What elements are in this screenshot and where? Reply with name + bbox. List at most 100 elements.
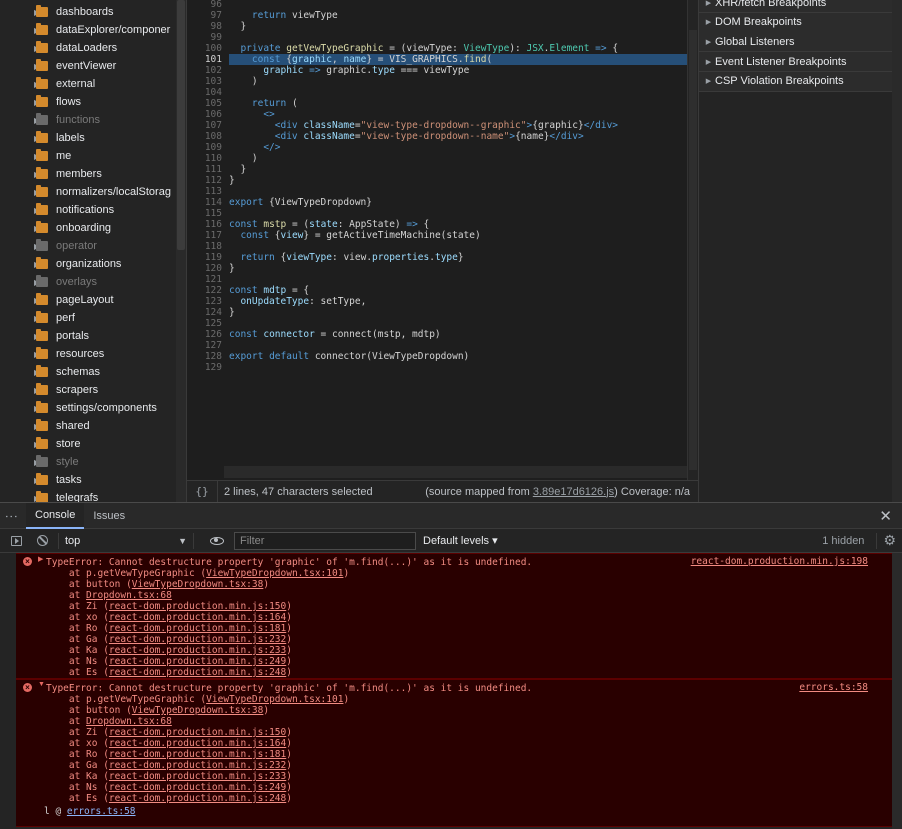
code-line[interactable]: } [229, 21, 246, 32]
line-number[interactable]: 126 [187, 329, 222, 340]
tree-item[interactable]: ▶ notifications [16, 201, 176, 219]
tree-item[interactable]: ▶ schemas [16, 363, 176, 381]
breakpoint-section[interactable]: ▶ DOM Breakpoints [699, 12, 892, 33]
tree-item[interactable]: ▶ telegrafs [16, 489, 176, 502]
line-number[interactable]: 112 [187, 175, 222, 186]
stack-line[interactable]: TypeError: Cannot destructure property '… [46, 557, 532, 568]
editor-scroll-thumb[interactable] [689, 30, 697, 470]
tree-item[interactable]: ▶ flows [16, 93, 176, 111]
line-number[interactable]: 97 [187, 10, 222, 21]
tree-item[interactable]: ▶ functions [16, 111, 176, 129]
expand-arrow-icon[interactable]: ▶ [16, 8, 40, 17]
expand-arrow-icon[interactable]: ▶ [16, 476, 40, 485]
tree-item[interactable]: ▶ shared [16, 417, 176, 435]
code-line[interactable]: return {viewType: view.properties.type} [229, 252, 463, 263]
code-line[interactable]: const connector = connect(mstp, mdtp) [229, 329, 441, 340]
tree-item[interactable]: ▶ dataExplorer/componer [16, 21, 176, 39]
line-number[interactable]: 114 [187, 197, 222, 208]
line-number[interactable]: 108 [187, 131, 222, 142]
expand-arrow-icon[interactable]: ▶ [16, 260, 40, 269]
code-line[interactable]: private getVewTypeGraphic = (viewType: V… [229, 43, 618, 54]
line-number[interactable]: 127 [187, 340, 222, 351]
line-number[interactable]: 129 [187, 362, 222, 373]
error-message[interactable]: × ▼ errors.ts:58 TypeError: Cannot destruct… [16, 679, 892, 827]
line-number[interactable]: 106 [187, 109, 222, 120]
line-number[interactable]: 107 [187, 120, 222, 131]
tree-item[interactable]: ▶ members [16, 165, 176, 183]
breakpoint-section[interactable]: ▶ CSP Violation Breakpoints [699, 71, 892, 92]
breakpoint-section[interactable]: ▶ XHR/fetch Breakpoints [699, 0, 892, 13]
line-number[interactable]: 113 [187, 186, 222, 197]
tree-item[interactable]: ▶ resources [16, 345, 176, 363]
code-line[interactable]: export {ViewTypeDropdown} [229, 197, 372, 208]
tree-item[interactable]: ▶ scrapers [16, 381, 176, 399]
more-menu-icon[interactable]: ⋮ [0, 510, 26, 521]
line-number[interactable]: 125 [187, 318, 222, 329]
code-line[interactable]: <div className="view-type-dropdown--grap… [229, 120, 618, 131]
stack-line[interactable]: at Zi (react-dom.production.min.js:150) [46, 601, 292, 612]
stack-line[interactable]: at xo (react-dom.production.min.js:164) [46, 612, 292, 623]
code-line[interactable]: return viewType [229, 10, 338, 21]
expand-arrow-icon[interactable]: ▶ [16, 80, 40, 89]
tree-item[interactable]: ▶ operator [16, 237, 176, 255]
line-number[interactable]: 104 [187, 87, 222, 98]
stack-line[interactable]: at Ns (react-dom.production.min.js:249) [46, 782, 292, 793]
collapse-arrow-icon[interactable]: ▼ [38, 681, 45, 688]
line-number[interactable]: 121 [187, 274, 222, 285]
stack-line[interactable]: at button (ViewTypeDropdown.tsx:38) [46, 705, 269, 716]
tree-item[interactable]: ▶ dataLoaders [16, 39, 176, 57]
line-number[interactable]: 116 [187, 219, 222, 230]
tree-item[interactable]: ▶ organizations [16, 255, 176, 273]
expand-arrow-icon[interactable]: ▶ [16, 422, 40, 431]
expand-arrow-icon[interactable]: ▶ [16, 134, 40, 143]
clear-console-button[interactable] [32, 531, 52, 551]
tree-item[interactable]: ▶ tasks [16, 471, 176, 489]
code-line[interactable]: } [229, 164, 246, 175]
line-number[interactable]: 128 [187, 351, 222, 362]
expand-arrow-icon[interactable]: ▶ [16, 188, 40, 197]
code-area[interactable]: return viewType } private getVewTypeGrap… [229, 0, 689, 480]
line-number[interactable]: 120 [187, 263, 222, 274]
line-number[interactable]: 101 [187, 54, 222, 65]
tree-item[interactable]: ▶ perf [16, 309, 176, 327]
line-number[interactable]: 115 [187, 208, 222, 219]
line-number[interactable]: 99 [187, 32, 222, 43]
expand-arrow-icon[interactable]: ▶ [16, 152, 40, 161]
close-icon[interactable]: ✕ [879, 507, 892, 525]
stack-line[interactable]: at Ns (react-dom.production.min.js:249) [46, 656, 292, 667]
log-levels-dropdown[interactable]: Default levels ▾ [423, 534, 498, 547]
file-tree-scrollbar[interactable] [176, 0, 186, 502]
line-number[interactable]: 103 [187, 76, 222, 87]
tree-item[interactable]: ▶ portals [16, 327, 176, 345]
stack-line[interactable]: at p.getVewTypeGraphic (ViewTypeDropdown… [46, 568, 349, 579]
tree-item[interactable]: ▶ pageLayout [16, 291, 176, 309]
code-editor[interactable]: 96 97 98 99 100 101 102 103 104 105 106 107 108 109 11… [186, 0, 698, 480]
stack-line[interactable]: at Ro (react-dom.production.min.js:181) [46, 749, 292, 760]
message-source-link[interactable]: errors.ts:58 [799, 682, 868, 693]
code-line[interactable]: const {graphic, name} = VIS_GRAPHICS.fin… [229, 54, 492, 65]
expand-arrow-icon[interactable]: ▶ [16, 386, 40, 395]
stack-line[interactable]: at Zi (react-dom.production.min.js:150) [46, 727, 292, 738]
code-line[interactable]: ) [229, 153, 258, 164]
line-number[interactable]: 119 [187, 252, 222, 263]
line-number[interactable]: 117 [187, 230, 222, 241]
editor-vertical-scrollbar[interactable] [687, 0, 698, 480]
stack-line[interactable]: at Ga (react-dom.production.min.js:232) [46, 760, 292, 771]
code-line[interactable]: } [229, 307, 235, 318]
line-number[interactable]: 123 [187, 296, 222, 307]
file-tree-scroll-thumb[interactable] [177, 0, 185, 250]
stack-line[interactable]: at Dropdown.tsx:68 [46, 590, 172, 601]
expand-arrow-icon[interactable]: ▶ [16, 224, 40, 233]
error-message[interactable]: × ▶ react-dom.production.min.js:198 TypeErr… [16, 553, 892, 679]
expand-arrow-icon[interactable]: ▶ [16, 26, 40, 35]
code-line[interactable]: </> [229, 142, 280, 153]
code-line[interactable]: graphic => graphic.type === viewType [229, 65, 469, 76]
stack-line[interactable]: at Dropdown.tsx:68 [46, 716, 172, 727]
stack-line[interactable]: TypeError: Cannot destructure property '… [46, 683, 532, 694]
expand-arrow-icon[interactable]: ▶ [16, 116, 40, 125]
line-number[interactable]: 109 [187, 142, 222, 153]
expand-arrow-icon[interactable]: ▶ [16, 350, 40, 359]
code-line[interactable]: export default connector(ViewTypeDropdow… [229, 351, 469, 362]
expand-arrow-icon[interactable]: ▶ [38, 555, 43, 563]
pretty-print-icon[interactable]: {} [187, 485, 217, 498]
